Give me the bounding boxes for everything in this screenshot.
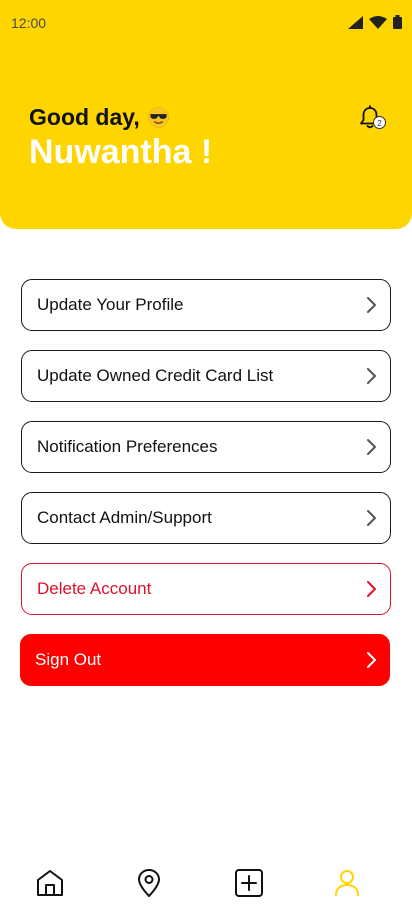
menu-item-label: Sign Out: [35, 650, 102, 669]
menu-item-label: Delete Account: [37, 579, 152, 598]
chevron-right-icon: [367, 368, 376, 384]
nav-add[interactable]: [233, 867, 265, 899]
notification-preferences-button[interactable]: Notification Preferences: [21, 421, 391, 473]
add-square-icon: [235, 869, 263, 897]
chevron-right-icon: [367, 581, 376, 597]
settings-menu: Update Your Profile Update Owned Credit …: [20, 279, 391, 705]
update-credit-card-list-button[interactable]: Update Owned Credit Card List: [21, 350, 391, 402]
notification-badge: 2: [373, 116, 386, 129]
status-icons: [348, 15, 402, 29]
delete-account-button[interactable]: Delete Account: [21, 563, 391, 615]
sign-out-button[interactable]: Sign Out: [20, 634, 390, 686]
contact-support-button[interactable]: Contact Admin/Support: [21, 492, 391, 544]
chevron-right-icon: [367, 439, 376, 455]
greeting-text: Good day,: [29, 104, 140, 130]
bottom-nav: [0, 855, 412, 917]
chevron-right-icon: [367, 652, 376, 668]
nav-home[interactable]: [34, 867, 66, 899]
battery-icon: [393, 15, 402, 29]
profile-icon: [335, 870, 359, 896]
nav-location[interactable]: [133, 867, 165, 899]
username: Nuwantha !: [29, 133, 213, 171]
update-profile-button[interactable]: Update Your Profile: [21, 279, 391, 331]
menu-item-label: Update Your Profile: [37, 295, 184, 314]
menu-item-label: Update Owned Credit Card List: [37, 366, 274, 385]
greeting: Good day,: [29, 104, 169, 131]
menu-item-label: Notification Preferences: [37, 437, 218, 456]
wifi-icon: [369, 15, 387, 29]
nav-profile[interactable]: [331, 867, 363, 899]
status-time: 12:00: [11, 15, 47, 31]
header: 12:00 Good day, Nuwantha ! 2: [0, 0, 412, 229]
sunglasses-emoji-icon: [147, 107, 169, 128]
menu-item-label: Contact Admin/Support: [37, 508, 212, 527]
chevron-right-icon: [367, 297, 376, 313]
cellular-icon: [348, 15, 363, 29]
chevron-right-icon: [367, 510, 376, 526]
home-icon: [37, 870, 63, 896]
notification-button[interactable]: 2: [358, 105, 388, 133]
location-pin-icon: [138, 869, 160, 897]
